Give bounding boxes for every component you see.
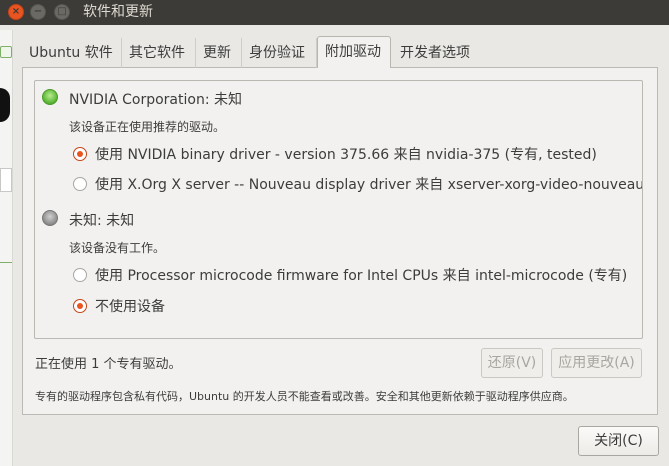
revert-button[interactable]: 还原(V) bbox=[481, 348, 543, 378]
close-window-icon[interactable]: × bbox=[8, 4, 24, 20]
device-status-text: 该设备正在使用推荐的驱动。 bbox=[69, 120, 226, 134]
driver-status-text: 正在使用 1 个专有驱动。 bbox=[35, 357, 182, 372]
window-title: 软件和更新 bbox=[83, 4, 153, 20]
title-bar: × − □ 软件和更新 bbox=[0, 0, 669, 25]
close-button[interactable]: 关闭(C) bbox=[578, 426, 659, 456]
driver-radio-nouveau[interactable] bbox=[73, 177, 87, 191]
proprietary-note: 专有的驱动程序包含私有代码，Ubuntu 的开发人员不能查看或改善。安全和其他更… bbox=[35, 390, 574, 403]
driver-radio-nvidia[interactable] bbox=[73, 147, 87, 161]
driver-option-label[interactable]: 使用 Processor microcode firmware for Inte… bbox=[95, 266, 627, 286]
background-widget bbox=[0, 262, 12, 263]
driver-option-label[interactable]: 使用 X.Org X server -- Nouveau display dri… bbox=[95, 175, 642, 195]
driver-option-label[interactable]: 使用 NVIDIA binary driver - version 375.66… bbox=[95, 145, 597, 165]
device-status-text: 该设备没有工作。 bbox=[69, 241, 166, 255]
driver-radio-intel-microcode[interactable] bbox=[73, 268, 87, 282]
background-widget bbox=[0, 88, 10, 122]
tab-ubuntu-software[interactable]: Ubuntu 软件 bbox=[22, 38, 122, 68]
background-widget bbox=[0, 46, 12, 58]
maximize-window-icon[interactable]: □ bbox=[54, 4, 70, 20]
driver-radio-do-not-use[interactable] bbox=[73, 299, 87, 313]
apply-changes-button[interactable]: 应用更改(A) bbox=[551, 348, 642, 378]
device-name: NVIDIA Corporation: 未知 bbox=[69, 92, 242, 108]
driver-option-label[interactable]: 不使用设备 bbox=[95, 297, 165, 317]
tab-other-software[interactable]: 其它软件 bbox=[122, 38, 196, 68]
device-status-green-icon bbox=[42, 89, 58, 105]
background-widget bbox=[0, 168, 12, 192]
device-name: 未知: 未知 bbox=[69, 213, 135, 229]
tab-authentication[interactable]: 身份验证 bbox=[242, 38, 317, 68]
driver-list: NVIDIA Corporation: 未知 该设备正在使用推荐的驱动。 使用 … bbox=[34, 80, 643, 339]
minimize-window-icon[interactable]: − bbox=[30, 4, 46, 20]
tab-additional-drivers[interactable]: 附加驱动 bbox=[317, 36, 391, 68]
tab-updates[interactable]: 更新 bbox=[196, 38, 242, 68]
device-status-gray-icon bbox=[42, 210, 58, 226]
tab-developer-options[interactable]: 开发者选项 bbox=[393, 38, 483, 68]
